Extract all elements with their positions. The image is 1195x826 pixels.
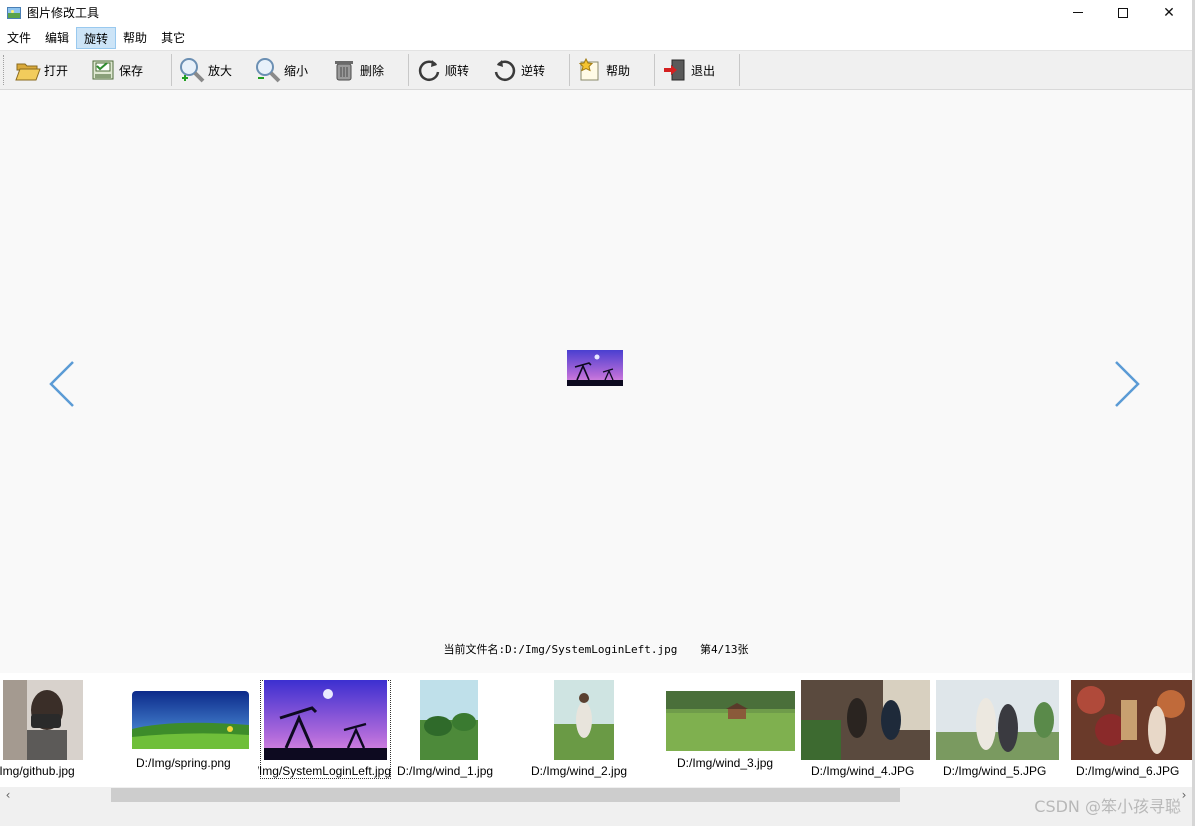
toolbar-separator bbox=[739, 54, 740, 86]
toolbar-grip[interactable] bbox=[3, 55, 6, 85]
thumbnail-caption: D:/Img/wind_1.jpg bbox=[397, 764, 494, 778]
menu-bar: 文件 编辑 旋转 帮助 其它 bbox=[0, 27, 1192, 49]
zoom-in-label: 放大 bbox=[208, 63, 233, 78]
exit-door-icon bbox=[661, 56, 689, 84]
thumbnail-caption: D:/Img/wind_4.JPG bbox=[811, 764, 915, 778]
menu-file[interactable]: 文件 bbox=[0, 27, 38, 49]
previous-image-button[interactable] bbox=[46, 358, 76, 410]
help-label: 帮助 bbox=[606, 63, 631, 78]
page-counter: 第4/13张 bbox=[699, 643, 749, 656]
minimize-button[interactable] bbox=[1055, 0, 1101, 25]
menu-other[interactable]: 其它 bbox=[154, 27, 192, 49]
maximize-button[interactable] bbox=[1100, 0, 1146, 25]
menu-rotate[interactable]: 旋转 bbox=[76, 27, 117, 49]
next-image-button[interactable] bbox=[1113, 358, 1143, 410]
help-star-icon bbox=[576, 56, 604, 84]
toolbar-separator bbox=[171, 54, 172, 86]
thumbnail-item[interactable]: D:/Img/wind_4.JPG bbox=[800, 673, 934, 787]
menu-help[interactable]: 帮助 bbox=[116, 27, 154, 49]
scrollbar-thumb[interactable] bbox=[111, 788, 900, 802]
thumbnail-item[interactable]: D:/Img/wind_1.jpg bbox=[392, 673, 522, 787]
folder-open-icon bbox=[14, 56, 42, 84]
status-line: 当前文件名:D:/Img/SystemLoginLeft.jpg 第4/13张 bbox=[0, 641, 1192, 657]
save-label: 保存 bbox=[119, 63, 144, 78]
thumbnail-caption: D:/Img/wind_3.jpg bbox=[677, 756, 774, 770]
thumbnail-item[interactable]: D:/Img/wind_2.jpg bbox=[522, 673, 660, 787]
thumbnail-image bbox=[554, 680, 614, 760]
thumbnail-caption: D:/Img/wind_6.JPG bbox=[1076, 764, 1180, 778]
thumbnail-caption: D:/Img/wind_5.JPG bbox=[943, 764, 1047, 778]
open-label: 打开 bbox=[44, 63, 69, 78]
toolbar-separator bbox=[408, 54, 409, 86]
exit-button[interactable]: 退出 bbox=[659, 53, 735, 87]
rotate-clockwise-button[interactable]: 顺转 bbox=[413, 53, 489, 87]
thumbnail-image bbox=[666, 691, 795, 751]
zoom-in-icon bbox=[178, 56, 206, 84]
thumbnail-caption: D:/Img/wind_2.jpg bbox=[531, 764, 628, 778]
rotate-clockwise-icon bbox=[415, 56, 443, 84]
zoom-in-button[interactable]: 放大 bbox=[176, 53, 252, 87]
rotate-clockwise-label: 顺转 bbox=[445, 63, 470, 78]
menu-edit[interactable]: 编辑 bbox=[38, 27, 76, 49]
save-icon bbox=[89, 56, 117, 84]
thumbnail-item-selected[interactable]: D:/Img/SystemLoginLeft.jpg bbox=[0, 673, 392, 787]
scroll-left-arrow-icon[interactable]: ‹ bbox=[0, 787, 16, 803]
current-image bbox=[567, 350, 623, 386]
close-icon: ✕ bbox=[1163, 4, 1175, 21]
zoom-out-label: 缩小 bbox=[284, 63, 309, 78]
thumbnail-image bbox=[264, 680, 387, 760]
thumbnail-item[interactable]: D:/Img/wind_6.JPG bbox=[1068, 673, 1192, 787]
rotate-counterclockwise-button[interactable]: 逆转 bbox=[489, 53, 565, 87]
help-button[interactable]: 帮助 bbox=[574, 53, 650, 87]
close-button[interactable]: ✕ bbox=[1146, 0, 1192, 25]
footer-area bbox=[0, 803, 1195, 826]
title-bar: 图片修改工具 bbox=[0, 0, 1195, 25]
thumbnail-image bbox=[1071, 680, 1192, 760]
watermark: CSDN @笨小孩寻聪 bbox=[1034, 797, 1181, 816]
thumbnail-item[interactable]: D:/Img/wind_5.JPG bbox=[934, 673, 1068, 787]
current-filename-label: 当前文件名:D:/Img/SystemLoginLeft.jpg bbox=[443, 643, 678, 656]
zoom-out-icon bbox=[254, 56, 282, 84]
thumbnail-strip: D:/Img/github.jpg D:/Img/spring.png D:/I… bbox=[0, 673, 1192, 787]
chevron-right-icon bbox=[1115, 361, 1140, 407]
thumbnail-image bbox=[801, 680, 930, 760]
toolbar: 打开 保存 放大 缩小 删除 顺转 逆转 帮助 退出 bbox=[0, 50, 1192, 90]
rotate-counterclockwise-icon bbox=[491, 56, 519, 84]
chevron-left-icon bbox=[49, 361, 74, 407]
toolbar-separator bbox=[569, 54, 570, 86]
thumbnail-image bbox=[420, 680, 478, 760]
exit-label: 退出 bbox=[691, 63, 716, 78]
image-viewer: 当前文件名:D:/Img/SystemLoginLeft.jpg 第4/13张 bbox=[0, 90, 1192, 673]
toolbar-separator bbox=[654, 54, 655, 86]
minimize-icon bbox=[1073, 12, 1083, 13]
trash-icon bbox=[330, 56, 358, 84]
delete-label: 删除 bbox=[360, 63, 385, 78]
thumbnail-caption: D:/Img/SystemLoginLeft.jpg bbox=[258, 764, 391, 778]
thumbnail-scrollbar[interactable]: ‹ › bbox=[0, 787, 1192, 803]
maximize-icon bbox=[1118, 7, 1128, 18]
save-button[interactable]: 保存 bbox=[87, 53, 167, 87]
thumbnail-image bbox=[936, 680, 1059, 760]
delete-button[interactable]: 删除 bbox=[328, 53, 404, 87]
zoom-out-button[interactable]: 缩小 bbox=[252, 53, 328, 87]
thumbnail-item[interactable]: D:/Img/wind_3.jpg bbox=[660, 673, 800, 787]
app-picture-icon bbox=[7, 6, 21, 19]
window-title: 图片修改工具 bbox=[27, 6, 100, 20]
rotate-counterclockwise-label: 逆转 bbox=[521, 63, 546, 78]
open-button[interactable]: 打开 bbox=[12, 53, 87, 87]
